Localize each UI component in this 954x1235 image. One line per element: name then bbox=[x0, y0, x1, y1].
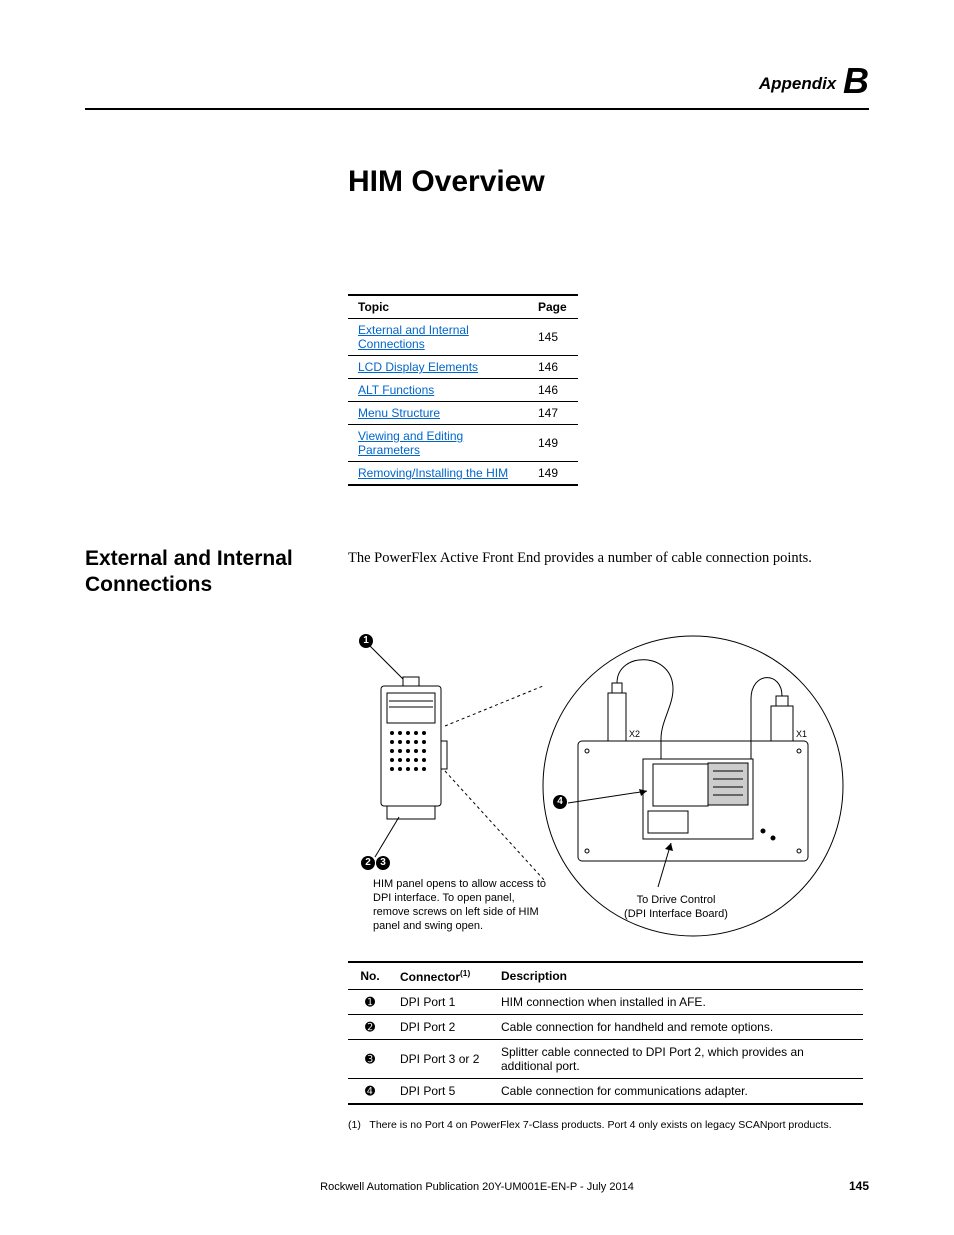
toc-row: LCD Display Elements 146 bbox=[348, 356, 578, 379]
toc-row: External and Internal Connections 145 bbox=[348, 319, 578, 356]
toc-row: Viewing and Editing Parameters 149 bbox=[348, 425, 578, 462]
conn-row: ➍ DPI Port 5 Cable connection for commun… bbox=[348, 1078, 863, 1104]
toc-page: 146 bbox=[528, 356, 578, 379]
toc-row: ALT Functions 146 bbox=[348, 379, 578, 402]
conn-desc: Cable connection for communications adap… bbox=[493, 1078, 863, 1104]
conn-row: ➋ DPI Port 2 Cable connection for handhe… bbox=[348, 1014, 863, 1039]
conn-no: ➋ bbox=[348, 1014, 392, 1039]
toc-link[interactable]: Removing/Installing the HIM bbox=[358, 466, 508, 480]
page-footer: Rockwell Automation Publication 20Y-UM00… bbox=[0, 1181, 954, 1193]
conn-header-connector: Connector(1) bbox=[392, 962, 493, 990]
conn-desc: Cable connection for handheld and remote… bbox=[493, 1014, 863, 1039]
connector-table: No. Connector(1) Description ➊ DPI Port … bbox=[348, 961, 863, 1105]
conn-desc: Splitter cable connected to DPI Port 2, … bbox=[493, 1039, 863, 1078]
conn-name: DPI Port 2 bbox=[392, 1014, 493, 1039]
callout-4: 4 bbox=[553, 795, 567, 809]
toc-page: 146 bbox=[528, 379, 578, 402]
conn-row: ➌ DPI Port 3 or 2 Splitter cable connect… bbox=[348, 1039, 863, 1078]
toc-page: 149 bbox=[528, 425, 578, 462]
conn-no: ➍ bbox=[348, 1078, 392, 1104]
page-title: HIM Overview bbox=[348, 165, 869, 199]
diagram-detail-label: To Drive Control (DPI Interface Board) bbox=[601, 893, 751, 922]
conn-no: ➌ bbox=[348, 1039, 392, 1078]
callout-2: 2 bbox=[361, 856, 375, 870]
section-heading: External and Internal Connections bbox=[85, 546, 348, 599]
callout-3: 3 bbox=[376, 856, 390, 870]
conn-header-no: No. bbox=[348, 962, 392, 990]
toc-row: Removing/Installing the HIM 149 bbox=[348, 462, 578, 486]
toc-link[interactable]: Menu Structure bbox=[358, 406, 440, 420]
toc-header-page: Page bbox=[528, 295, 578, 319]
toc-link[interactable]: LCD Display Elements bbox=[358, 360, 478, 374]
toc-header-topic: Topic bbox=[348, 295, 528, 319]
x2-label: X2 bbox=[629, 729, 640, 739]
connection-diagram: X2 X1 1 2 3 4 HIM panel opens to allow a… bbox=[353, 631, 869, 961]
conn-name: DPI Port 1 bbox=[392, 989, 493, 1014]
appendix-header: Appendix B bbox=[85, 60, 869, 110]
conn-desc: HIM connection when installed in AFE. bbox=[493, 989, 863, 1014]
toc-link[interactable]: Viewing and Editing Parameters bbox=[358, 429, 463, 457]
footnote-text: There is no Port 4 on PowerFlex 7-Class … bbox=[369, 1119, 831, 1131]
section-body: The PowerFlex Active Front End provides … bbox=[348, 550, 869, 567]
conn-row: ➊ DPI Port 1 HIM connection when install… bbox=[348, 989, 863, 1014]
toc-table: Topic Page External and Internal Connect… bbox=[348, 294, 578, 486]
conn-header-description: Description bbox=[493, 962, 863, 990]
x1-label: X1 bbox=[796, 729, 807, 739]
toc-page: 147 bbox=[528, 402, 578, 425]
toc-link[interactable]: ALT Functions bbox=[358, 383, 434, 397]
detail-label-line1: To Drive Control bbox=[637, 894, 716, 906]
footnote: (1) There is no Port 4 on PowerFlex 7-Cl… bbox=[348, 1119, 869, 1131]
conn-name: DPI Port 3 or 2 bbox=[392, 1039, 493, 1078]
appendix-letter: B bbox=[843, 60, 869, 101]
conn-name: DPI Port 5 bbox=[392, 1078, 493, 1104]
detail-label-line2: (DPI Interface Board) bbox=[624, 908, 728, 920]
toc-page: 145 bbox=[528, 319, 578, 356]
callout-1: 1 bbox=[359, 634, 373, 648]
toc-page: 149 bbox=[528, 462, 578, 486]
toc-row: Menu Structure 147 bbox=[348, 402, 578, 425]
conn-no: ➊ bbox=[348, 989, 392, 1014]
toc-link[interactable]: External and Internal Connections bbox=[358, 323, 469, 351]
appendix-label: Appendix bbox=[759, 74, 836, 93]
diagram-note: HIM panel opens to allow access to DPI i… bbox=[373, 877, 553, 934]
footnote-num: (1) bbox=[348, 1119, 361, 1131]
page-number: 145 bbox=[849, 1179, 869, 1193]
